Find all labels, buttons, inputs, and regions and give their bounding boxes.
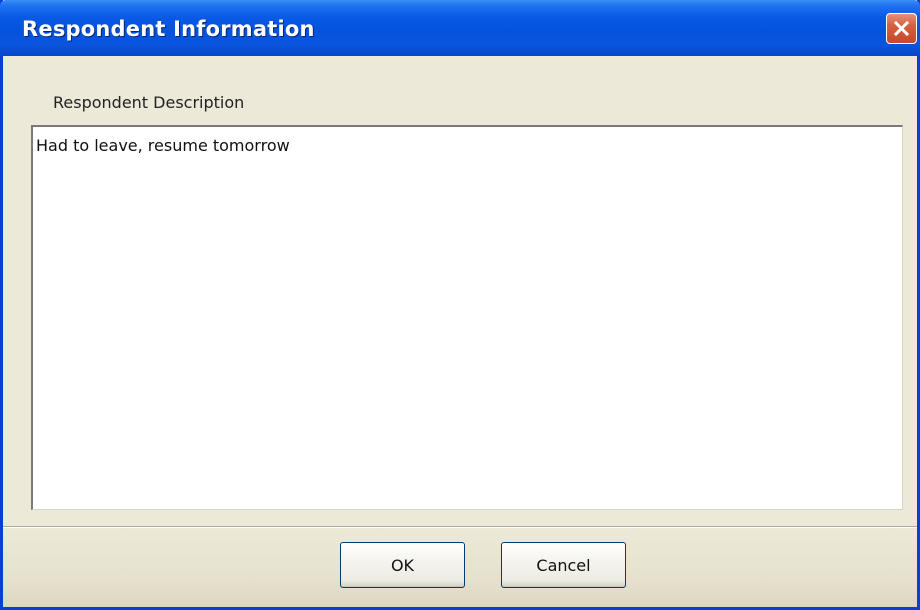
- ok-button[interactable]: OK: [340, 542, 465, 588]
- respondent-information-dialog: Respondent Information Respondent Descri…: [0, 0, 920, 610]
- respondent-description-input[interactable]: Had to leave, resume tomorrow: [33, 127, 902, 509]
- close-button[interactable]: [886, 13, 917, 44]
- close-x-icon: [893, 20, 910, 37]
- respondent-description-box: Had to leave, resume tomorrow: [31, 125, 903, 510]
- cancel-button[interactable]: Cancel: [501, 542, 626, 588]
- respondent-description-label: Respondent Description: [53, 93, 245, 112]
- dialog-title: Respondent Information: [22, 17, 315, 41]
- title-bar[interactable]: Respondent Information: [0, 0, 920, 56]
